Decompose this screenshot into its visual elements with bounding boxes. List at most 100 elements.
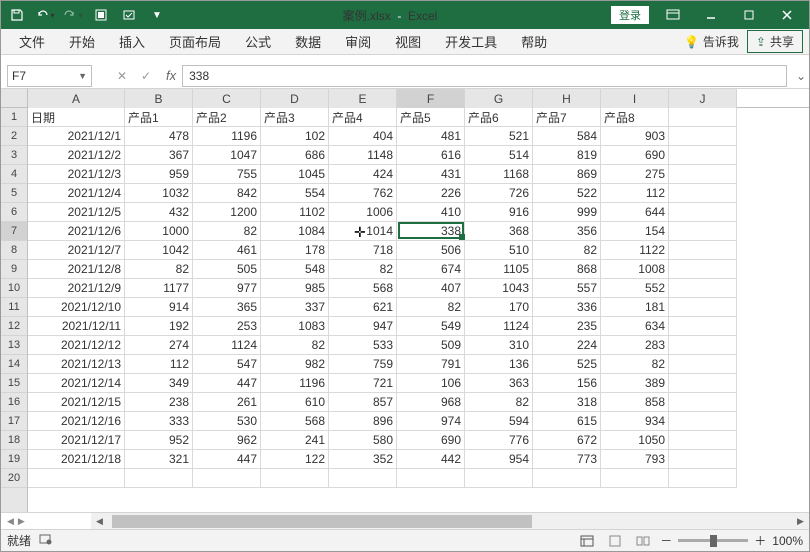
cell[interactable]: 594 (465, 412, 533, 431)
cell[interactable]: 2021/12/18 (28, 450, 125, 469)
cell[interactable] (669, 431, 737, 450)
col-header[interactable]: G (465, 89, 533, 108)
cell[interactable] (669, 374, 737, 393)
cell[interactable]: 721 (329, 374, 397, 393)
cell[interactable] (669, 317, 737, 336)
cell[interactable]: 1122 (601, 241, 669, 260)
cell[interactable]: 275 (601, 165, 669, 184)
pagebreak-view-icon[interactable] (632, 533, 654, 549)
cell[interactable]: 1006 (329, 203, 397, 222)
ribbon-tab-5[interactable]: 数据 (283, 28, 333, 55)
ribbon-tab-0[interactable]: 文件 (7, 28, 57, 55)
scroll-right-icon[interactable]: ▶ (792, 513, 809, 529)
cell[interactable]: 349 (125, 374, 193, 393)
zoom-in-icon[interactable]: ＋ (754, 532, 766, 549)
cell[interactable]: 2021/12/9 (28, 279, 125, 298)
cell[interactable] (601, 469, 669, 488)
zoom-knob[interactable] (710, 535, 717, 547)
cell[interactable]: 365 (193, 298, 261, 317)
cell[interactable] (669, 412, 737, 431)
row-header[interactable]: 10 (1, 279, 27, 298)
cell[interactable]: 934 (601, 412, 669, 431)
cell[interactable]: 1042 (125, 241, 193, 260)
cell[interactable]: 431 (397, 165, 465, 184)
cell[interactable]: 407 (397, 279, 465, 298)
cell[interactable]: 869 (533, 165, 601, 184)
cell[interactable]: 857 (329, 393, 397, 412)
cell[interactable]: 525 (533, 355, 601, 374)
cell[interactable]: 368 (465, 222, 533, 241)
cell[interactable] (669, 450, 737, 469)
cell[interactable] (533, 469, 601, 488)
cell[interactable]: 226 (397, 184, 465, 203)
cell[interactable]: 1083 (261, 317, 329, 336)
redo-icon[interactable]: ▾ (61, 4, 85, 26)
ribbon-tab-4[interactable]: 公式 (233, 28, 283, 55)
row-header[interactable]: 2 (1, 127, 27, 146)
cell[interactable] (669, 241, 737, 260)
cell[interactable]: 793 (601, 450, 669, 469)
cell[interactable]: 192 (125, 317, 193, 336)
cell[interactable]: 1105 (465, 260, 533, 279)
cell[interactable]: 718 (329, 241, 397, 260)
cell[interactable]: 82 (601, 355, 669, 374)
cell[interactable]: 1124 (193, 336, 261, 355)
cell[interactable]: 2021/12/5 (28, 203, 125, 222)
cell[interactable]: 367 (125, 146, 193, 165)
cell[interactable]: 773 (533, 450, 601, 469)
cell[interactable]: 557 (533, 279, 601, 298)
cell[interactable]: 1196 (261, 374, 329, 393)
cell[interactable]: 674 (397, 260, 465, 279)
cell[interactable]: 554 (261, 184, 329, 203)
col-header[interactable]: A (28, 89, 125, 108)
cell[interactable]: 634 (601, 317, 669, 336)
row-header[interactable]: 3 (1, 146, 27, 165)
cell[interactable]: 791 (397, 355, 465, 374)
cell[interactable]: 2021/12/10 (28, 298, 125, 317)
cell[interactable]: 2021/12/13 (28, 355, 125, 374)
cell[interactable]: 447 (193, 450, 261, 469)
row-header[interactable]: 15 (1, 374, 27, 393)
cell[interactable]: 1032 (125, 184, 193, 203)
horizontal-scrollbar[interactable] (108, 513, 792, 529)
cell[interactable]: 424 (329, 165, 397, 184)
cell[interactable]: 510 (465, 241, 533, 260)
cell[interactable]: 478 (125, 127, 193, 146)
cell[interactable]: 914 (125, 298, 193, 317)
sheet-tab-nav[interactable]: ◀ ▶ (1, 513, 91, 529)
cell[interactable]: 959 (125, 165, 193, 184)
cell[interactable]: 337 (261, 298, 329, 317)
cell[interactable]: 82 (465, 393, 533, 412)
cell[interactable]: 514 (465, 146, 533, 165)
row-header[interactable]: 7 (1, 222, 27, 241)
cell[interactable]: 982 (261, 355, 329, 374)
cell[interactable]: 533 (329, 336, 397, 355)
zoom-level[interactable]: 100% (772, 534, 803, 548)
cell[interactable]: 1047 (193, 146, 261, 165)
cell[interactable]: 156 (533, 374, 601, 393)
col-header[interactable]: J (669, 89, 737, 108)
cell[interactable]: 2021/12/7 (28, 241, 125, 260)
cell[interactable]: 102 (261, 127, 329, 146)
cell[interactable]: 432 (125, 203, 193, 222)
row-header[interactable]: 13 (1, 336, 27, 355)
qat-custom2-icon[interactable] (117, 4, 141, 26)
cell[interactable]: 170 (465, 298, 533, 317)
maximize-icon[interactable] (731, 4, 767, 26)
zoom-out-icon[interactable]: － (660, 532, 672, 549)
row-header[interactable]: 16 (1, 393, 27, 412)
cell[interactable]: 2021/12/8 (28, 260, 125, 279)
cell[interactable] (669, 393, 737, 412)
ribbon-tab-1[interactable]: 开始 (57, 28, 107, 55)
row-header[interactable]: 6 (1, 203, 27, 222)
cell[interactable]: 509 (397, 336, 465, 355)
cell[interactable] (669, 336, 737, 355)
cell[interactable]: 235 (533, 317, 601, 336)
cell[interactable]: 产品6 (465, 108, 533, 127)
cancel-icon[interactable]: ✕ (112, 66, 132, 86)
cell[interactable]: 1000 (125, 222, 193, 241)
cell[interactable] (669, 260, 737, 279)
cell[interactable]: 1043 (465, 279, 533, 298)
cell[interactable]: 310 (465, 336, 533, 355)
cell[interactable]: 1168 (465, 165, 533, 184)
